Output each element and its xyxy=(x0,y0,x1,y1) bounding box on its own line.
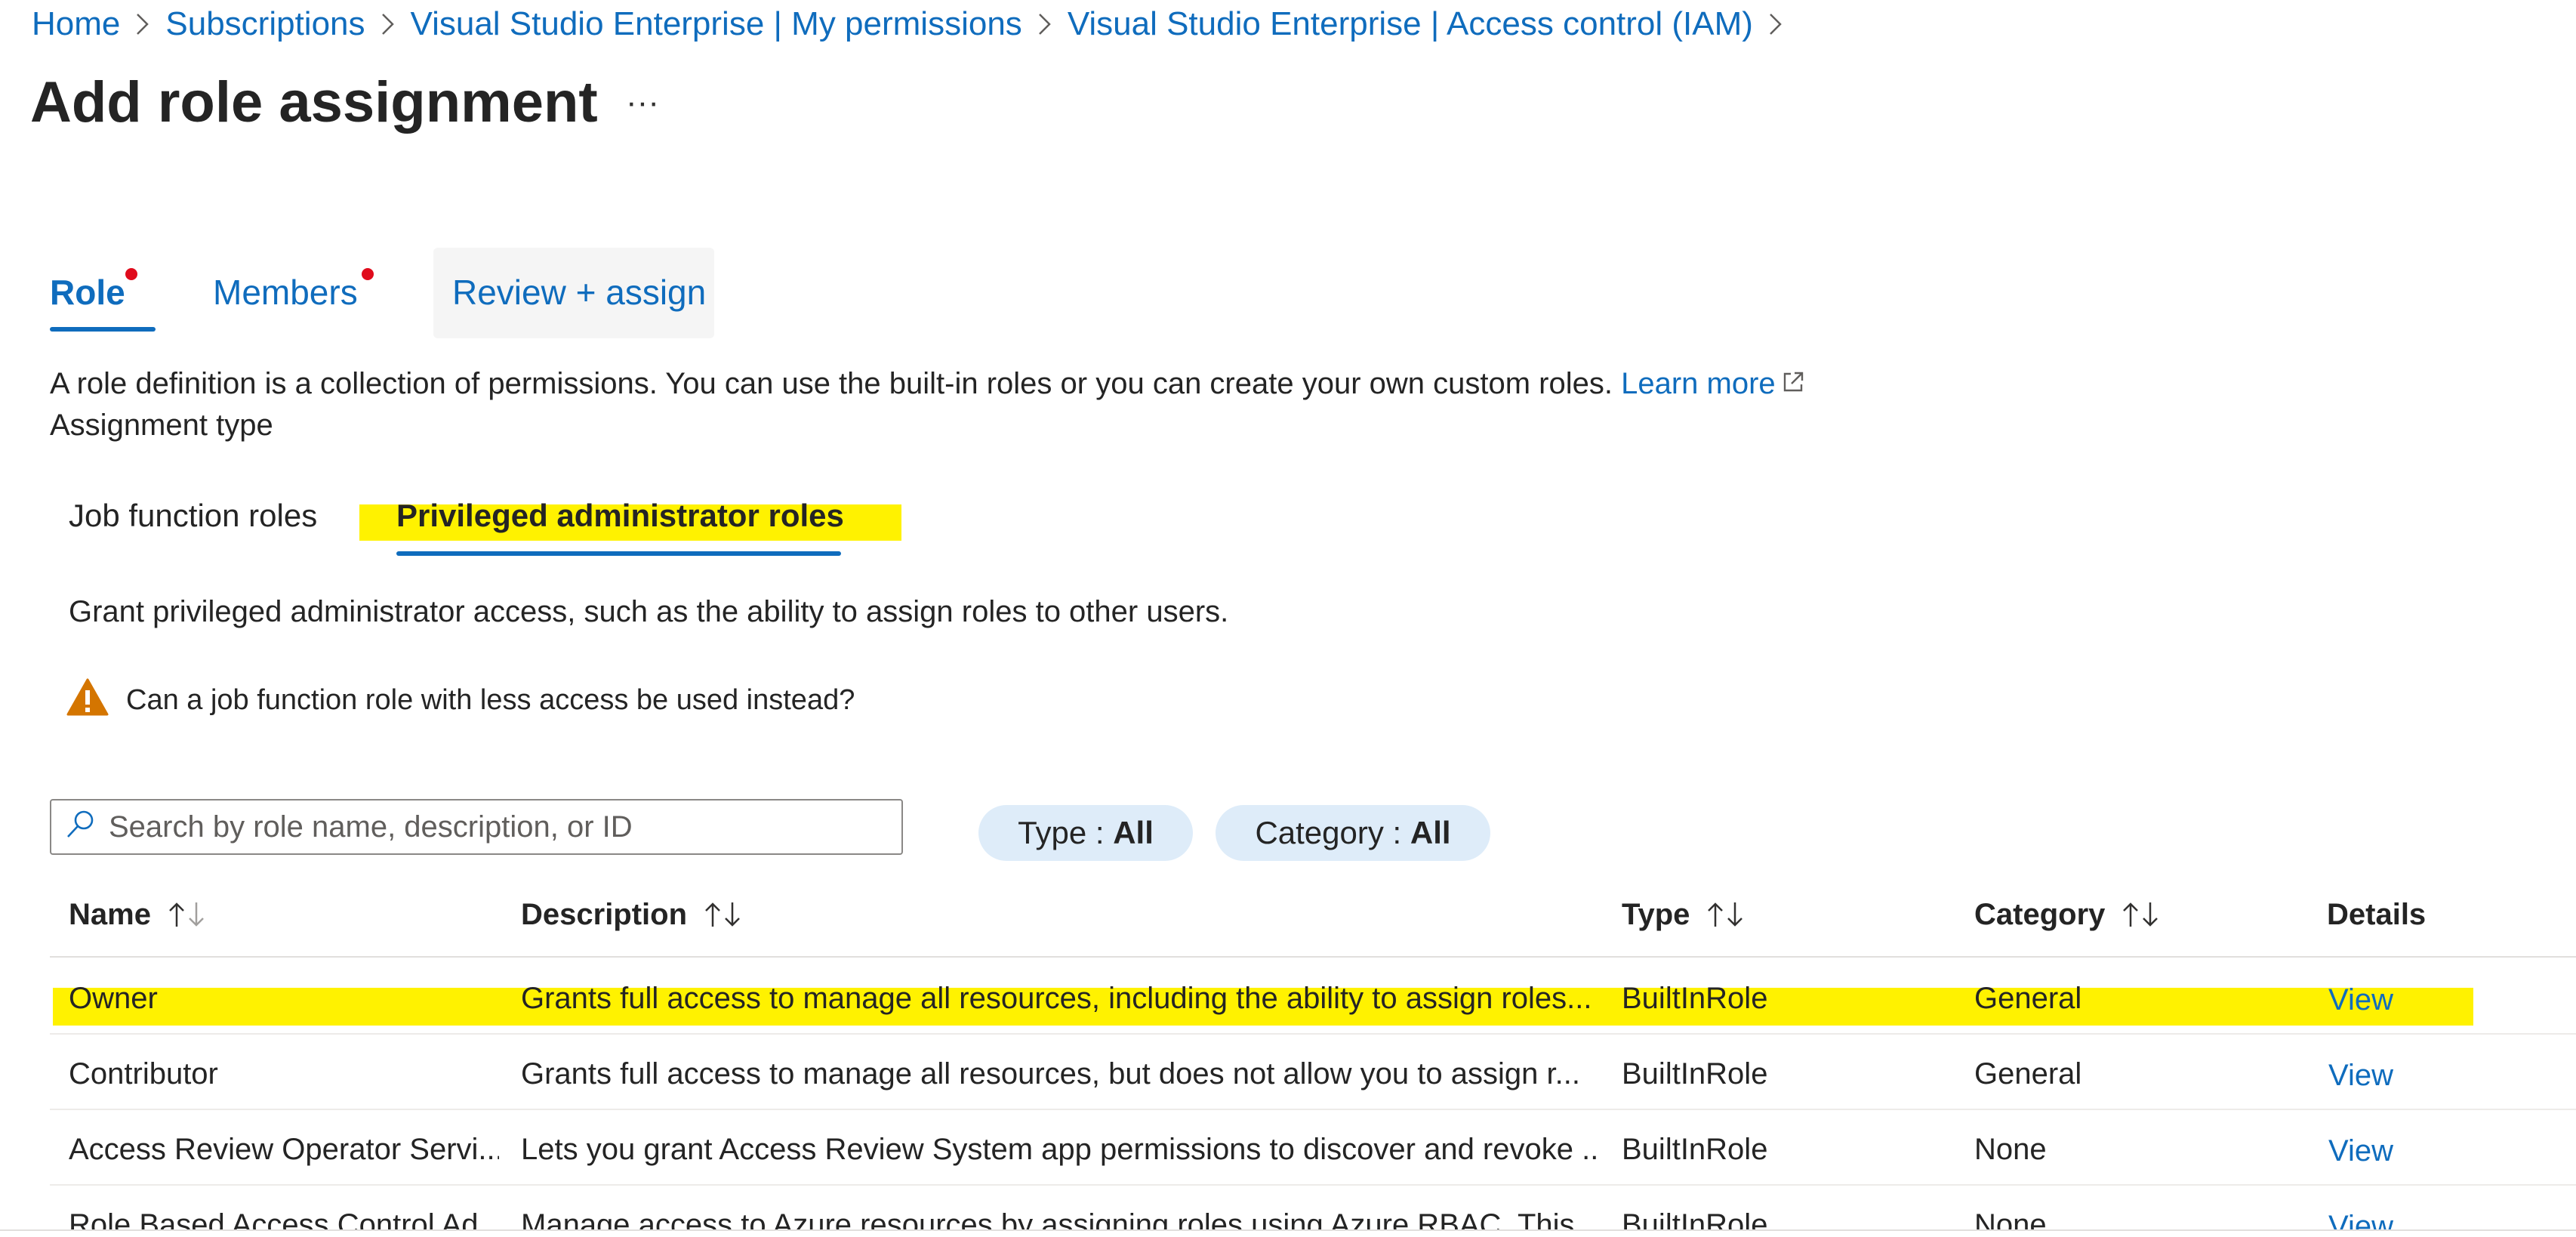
role-description: A role definition is a collection of per… xyxy=(50,364,1806,403)
column-header-details: Details xyxy=(2327,898,2427,931)
subtab-privileged-underline xyxy=(396,551,841,556)
page-title: Add role assignment xyxy=(30,70,598,134)
view-details-link[interactable]: View xyxy=(2328,1056,2464,1095)
column-header-description[interactable]: Description xyxy=(521,893,747,936)
tab-members[interactable]: Members xyxy=(213,270,358,315)
search-icon xyxy=(67,810,94,838)
search-box xyxy=(50,799,903,855)
view-details-link[interactable]: View xyxy=(2328,980,2464,1020)
warning-message: Can a job function role with less access… xyxy=(126,684,855,716)
row-divider xyxy=(50,1184,2576,1186)
chevron-right-icon xyxy=(1022,3,1068,45)
chevron-right-icon xyxy=(1753,3,1798,45)
cell-name: Owner xyxy=(69,982,158,1015)
tab-role-underline xyxy=(50,327,156,332)
filter-category-label: Category : xyxy=(1255,815,1410,850)
chevron-right-icon xyxy=(365,3,411,45)
cell-category: General xyxy=(1974,1057,2082,1090)
filter-type-value: All xyxy=(1113,815,1154,850)
sort-icon[interactable] xyxy=(2120,899,2165,930)
breadcrumb-access-control[interactable]: Visual Studio Enterprise | Access contro… xyxy=(1068,3,1753,45)
cell-type: BuiltInRole xyxy=(1622,1133,1768,1166)
assignment-type-label: Assignment type xyxy=(50,409,273,442)
cell-name: Access Review Operator Servi... xyxy=(69,1133,499,1166)
external-link-icon xyxy=(1783,372,1803,392)
sort-icon[interactable] xyxy=(702,899,747,930)
subtab-privileged-administrator-roles[interactable]: Privileged administrator roles xyxy=(396,495,844,537)
view-details-link[interactable]: View xyxy=(2328,1131,2464,1171)
cell-type: BuiltInRole xyxy=(1622,1057,1768,1090)
more-options-button[interactable]: ··· xyxy=(618,80,667,125)
filter-category-pill[interactable]: Category : All xyxy=(1216,805,1490,861)
search-input[interactable] xyxy=(109,807,886,847)
warning-icon xyxy=(66,678,109,716)
cell-type: BuiltInRole xyxy=(1622,982,1768,1015)
privileged-description: Grant privileged administrator access, s… xyxy=(69,595,1229,628)
role-description-text: A role definition is a collection of per… xyxy=(50,367,1613,400)
sort-icon[interactable] xyxy=(1705,899,1750,930)
add-role-assignment-page: Home Subscriptions Visual Studio Enterpr… xyxy=(0,0,2576,1237)
filter-type-pill[interactable]: Type : All xyxy=(978,805,1193,861)
row-divider xyxy=(50,1109,2576,1110)
column-header-type[interactable]: Type xyxy=(1622,893,1750,936)
column-header-name[interactable]: Name xyxy=(69,893,211,936)
tab-review-assign[interactable]: Review + assign xyxy=(452,270,706,315)
breadcrumb-home[interactable]: Home xyxy=(32,3,120,45)
cell-category: None xyxy=(1974,1133,2047,1166)
cell-category: General xyxy=(1974,982,2082,1015)
cell-description: Lets you grant Access Review System app … xyxy=(521,1133,1601,1166)
chevron-right-icon xyxy=(120,3,165,45)
required-indicator xyxy=(125,268,137,280)
sort-icon[interactable] xyxy=(166,899,211,930)
subtab-job-function-roles[interactable]: Job function roles xyxy=(69,495,317,537)
cell-description: Grants full access to manage all resourc… xyxy=(521,982,1592,1015)
column-header-category[interactable]: Category xyxy=(1974,893,2165,936)
cell-name: Contributor xyxy=(69,1057,218,1090)
table-header-divider xyxy=(50,956,2576,958)
tab-role[interactable]: Role xyxy=(50,270,125,315)
breadcrumb: Home Subscriptions Visual Studio Enterpr… xyxy=(32,3,1798,45)
filter-type-label: Type : xyxy=(1018,815,1114,850)
cell-description: Grants full access to manage all resourc… xyxy=(521,1057,1580,1090)
required-indicator xyxy=(362,268,374,280)
learn-more-link[interactable]: Learn more xyxy=(1621,367,1806,400)
breadcrumb-my-permissions[interactable]: Visual Studio Enterprise | My permission… xyxy=(411,3,1022,45)
row-divider xyxy=(50,1033,2576,1035)
breadcrumb-subscriptions[interactable]: Subscriptions xyxy=(165,3,365,45)
filter-category-value: All xyxy=(1410,815,1451,850)
viewport-bottom-edge xyxy=(0,1229,2576,1237)
